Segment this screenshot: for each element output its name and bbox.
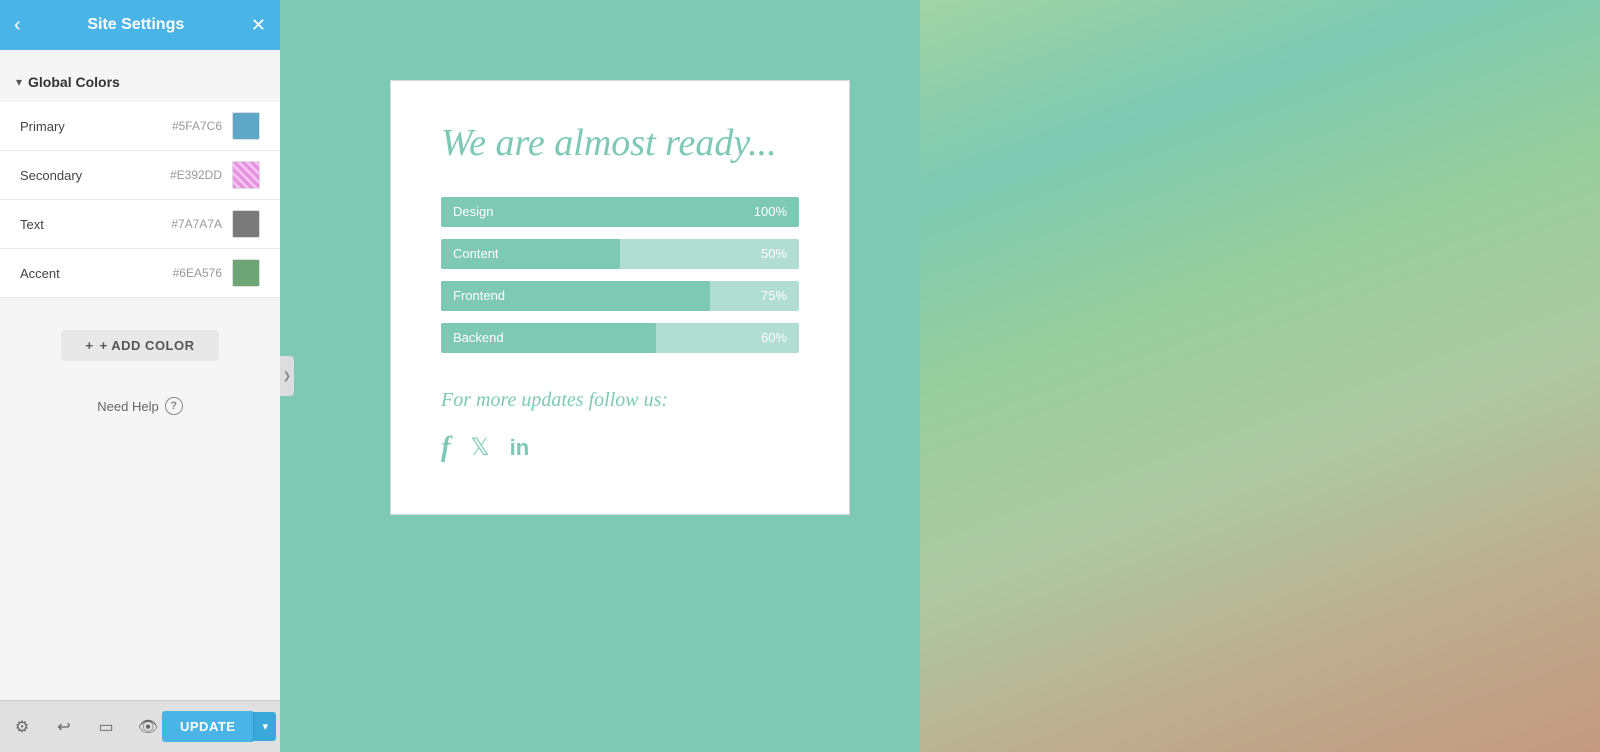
- color-swatch-secondary[interactable]: [232, 161, 260, 189]
- page-card: We are almost ready... Design 100% Conte…: [390, 80, 850, 515]
- collapse-handle[interactable]: ❯: [280, 356, 294, 396]
- sidebar-header: ‹ Site Settings ✕: [0, 0, 280, 50]
- twitter-icon[interactable]: 𝕏: [470, 433, 489, 462]
- main-content: We are almost ready... Design 100% Conte…: [280, 0, 1600, 752]
- color-hex-text: #7A7A7A: [171, 217, 222, 231]
- settings-icon[interactable]: ⚙: [8, 713, 36, 741]
- plus-icon: +: [85, 338, 93, 353]
- sidebar-content: ▾ Global Colors Primary #5FA7C6 Secondar…: [0, 50, 280, 700]
- progress-pct-design: 100%: [754, 204, 799, 219]
- progress-label-backend: Backend: [441, 330, 761, 345]
- close-button[interactable]: ✕: [251, 15, 266, 36]
- sidebar-footer: ⚙ ↩ ▭ 👁 UPDATE ▾: [0, 700, 280, 752]
- add-color-button[interactable]: + + ADD COLOR: [61, 330, 218, 361]
- card-footer-text: For more updates follow us:: [441, 389, 799, 412]
- progress-pct-frontend: 75%: [761, 288, 799, 303]
- linkedin-icon[interactable]: in: [510, 435, 530, 461]
- progress-item-design: Design 100%: [441, 197, 799, 227]
- back-button[interactable]: ‹: [14, 14, 21, 37]
- section-title: Global Colors: [28, 74, 120, 90]
- update-button-group: UPDATE ▾: [162, 711, 276, 742]
- progress-item-frontend: Frontend 75%: [441, 281, 799, 311]
- facebook-icon[interactable]: f: [441, 432, 450, 464]
- color-swatch-primary[interactable]: [232, 112, 260, 140]
- progress-item-backend: Backend 60%: [441, 323, 799, 353]
- color-hex-accent: #6EA576: [173, 266, 222, 280]
- color-row-accent: Accent #6EA576: [0, 249, 280, 298]
- history-icon[interactable]: ↩: [50, 713, 78, 741]
- progress-pct-backend: 60%: [761, 330, 799, 345]
- add-color-label: + ADD COLOR: [100, 338, 195, 353]
- color-row-text: Text #7A7A7A: [0, 200, 280, 249]
- help-icon: ?: [165, 397, 183, 415]
- color-swatch-accent[interactable]: [232, 259, 260, 287]
- color-label-secondary: Secondary: [20, 168, 170, 183]
- update-dropdown-button[interactable]: ▾: [253, 712, 276, 741]
- color-hex-primary: #5FA7C6: [172, 119, 222, 133]
- social-icons: f 𝕏 in: [441, 432, 799, 464]
- progress-label-frontend: Frontend: [441, 288, 761, 303]
- color-label-text: Text: [20, 217, 171, 232]
- device-icon[interactable]: ▭: [92, 713, 120, 741]
- progress-label-design: Design: [441, 204, 754, 219]
- progress-label-content: Content: [441, 246, 761, 261]
- update-button[interactable]: UPDATE: [162, 711, 253, 742]
- need-help-section[interactable]: Need Help ?: [0, 377, 280, 435]
- sidebar-title: Site Settings: [87, 16, 184, 34]
- need-help-label: Need Help: [97, 399, 158, 414]
- color-row-secondary: Secondary #E392DD: [0, 151, 280, 200]
- color-label-accent: Accent: [20, 266, 173, 281]
- global-colors-section-header[interactable]: ▾ Global Colors: [0, 66, 280, 102]
- chevron-down-icon: ▾: [16, 75, 22, 89]
- progress-pct-content: 50%: [761, 246, 799, 261]
- progress-item-content: Content 50%: [441, 239, 799, 269]
- sidebar: ‹ Site Settings ✕ ▾ Global Colors Primar…: [0, 0, 280, 752]
- color-row-primary: Primary #5FA7C6: [0, 102, 280, 151]
- color-swatch-text[interactable]: [232, 210, 260, 238]
- footer-icons: ⚙ ↩ ▭ 👁: [8, 713, 162, 741]
- color-hex-secondary: #E392DD: [170, 168, 222, 182]
- color-label-primary: Primary: [20, 119, 172, 134]
- card-title: We are almost ready...: [441, 121, 799, 167]
- preview-icon[interactable]: 👁: [134, 713, 162, 741]
